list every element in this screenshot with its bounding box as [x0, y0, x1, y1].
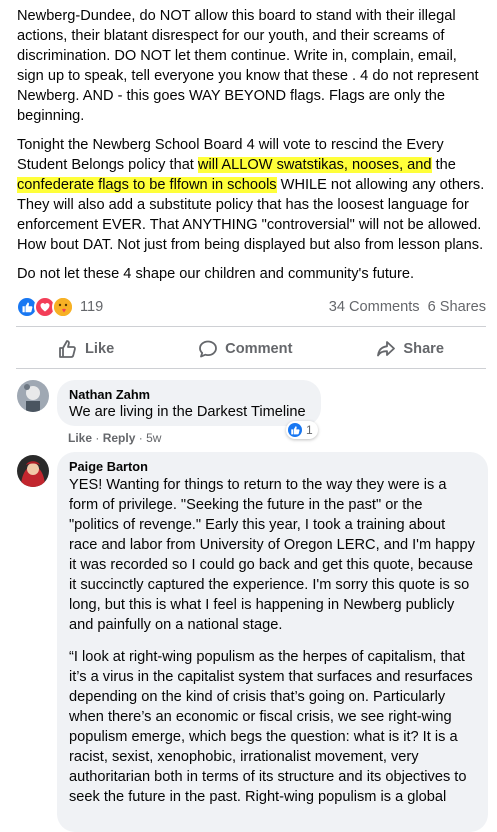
care-icon — [52, 296, 74, 318]
comment-text-paragraph-2: “I look at right-wing populism as the he… — [69, 649, 473, 805]
thumbs-up-icon — [59, 340, 76, 358]
highlighted-text: confederate flags to be flfown in school… — [17, 177, 277, 193]
like-label: Like — [84, 341, 115, 357]
comment-button[interactable]: Comment — [198, 339, 292, 359]
share-button[interactable]: Share — [376, 339, 444, 359]
speech-bubble-icon — [199, 340, 218, 358]
avatar[interactable] — [17, 380, 49, 412]
comment-bubble: Nathan Zahm We are living in the Darkest… — [57, 380, 321, 426]
comment-meta: Like · Reply · 5w — [68, 431, 161, 445]
comment-age[interactable]: 5w — [146, 431, 161, 445]
comments-count[interactable]: 34 Comments — [329, 299, 420, 315]
like-button[interactable]: Like — [58, 339, 114, 359]
highlighted-text: will ALLOW swatstikas, nooses, and — [197, 157, 432, 173]
divider — [16, 368, 486, 369]
comment-author[interactable]: Paige Barton — [69, 459, 476, 474]
reaction-count[interactable]: 119 — [80, 299, 103, 315]
avatar[interactable] — [17, 455, 49, 487]
reactions-summary: 119 34 Comments 6 Shares — [16, 296, 486, 318]
post-body: Newberg-Dundee, do NOT allow this board … — [17, 6, 485, 293]
comment-reply-link[interactable]: Reply — [103, 431, 136, 445]
post-paragraph-1: Newberg-Dundee, do NOT allow this board … — [17, 8, 479, 124]
divider — [16, 326, 486, 327]
separator-dot: · — [95, 431, 103, 445]
post-paragraph-2: Tonight the Newberg School Board 4 will … — [17, 135, 485, 255]
post-actions: Like Comment Share — [16, 330, 486, 368]
comment-reaction-count: 1 — [306, 423, 313, 437]
post-text-segment: the — [431, 157, 456, 173]
like-icon — [288, 423, 302, 437]
comment-author[interactable]: Nathan Zahm — [69, 387, 309, 402]
share-label: Share — [403, 341, 444, 357]
reaction-icons[interactable] — [16, 296, 74, 318]
comment-bubble: Paige Barton YES! Wanting for things to … — [57, 452, 488, 832]
comment-label: Comment — [225, 341, 293, 357]
comment-like-link[interactable]: Like — [68, 431, 92, 445]
post-paragraph-3: Do not let these 4 shape our children an… — [17, 266, 415, 282]
comment-text: We are living in the Darkest Timeline — [69, 404, 306, 420]
shares-count[interactable]: 6 Shares — [428, 299, 486, 315]
comment-reactions[interactable]: 1 — [286, 421, 318, 439]
comment-text-paragraph-1: YES! Wanting for things to return to the… — [69, 477, 475, 633]
separator-dot: · — [138, 431, 147, 445]
share-arrow-icon — [377, 341, 396, 357]
